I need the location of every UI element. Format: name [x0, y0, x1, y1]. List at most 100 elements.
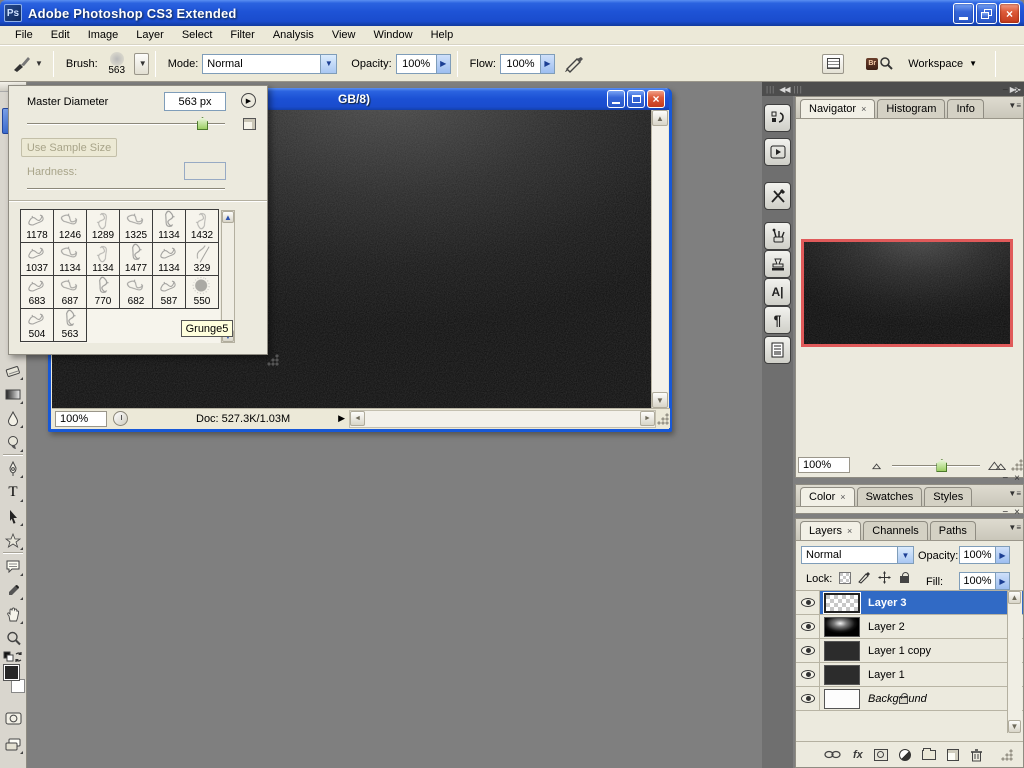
path-selection-tool[interactable]: [2, 506, 24, 527]
brushes-panel-icon[interactable]: [764, 222, 791, 250]
zoom-in-icon[interactable]: [988, 459, 1006, 471]
new-preset-button[interactable]: [243, 118, 256, 130]
new-layer-icon[interactable]: [947, 749, 959, 761]
pen-tool[interactable]: [2, 458, 24, 479]
menu-layer[interactable]: Layer: [127, 27, 173, 43]
brush-preset[interactable]: 682: [119, 275, 153, 309]
visibility-toggle[interactable]: [796, 591, 820, 614]
delete-layer-icon[interactable]: [970, 748, 983, 762]
layer-thumbnail[interactable]: [824, 641, 860, 661]
brush-preset[interactable]: 1477: [119, 242, 153, 276]
navigator-zoom-field[interactable]: 100%: [798, 457, 850, 473]
layer-blend-mode-combo[interactable]: Normal ▼: [801, 546, 914, 566]
tool-presets-panel-icon[interactable]: [764, 182, 791, 210]
doc-close-button[interactable]: ×: [647, 90, 665, 108]
menu-analysis[interactable]: Analysis: [264, 27, 323, 43]
navigator-proxy-view[interactable]: [801, 239, 1013, 347]
navigator-zoom-slider[interactable]: [892, 459, 980, 471]
tab-close-icon[interactable]: ×: [847, 526, 852, 536]
zoom-level-field[interactable]: 100%: [55, 411, 107, 427]
layer-row-layer2[interactable]: Layer 2: [796, 615, 1023, 639]
tab-swatches[interactable]: Swatches: [857, 487, 923, 506]
brush-preset[interactable]: 1134: [152, 209, 186, 243]
tab-color[interactable]: Color×: [800, 487, 855, 506]
hand-tool[interactable]: [2, 604, 24, 625]
layer-name[interactable]: Layer 2: [868, 621, 905, 633]
visibility-toggle[interactable]: [796, 663, 820, 686]
brush-preview[interactable]: 563: [102, 52, 132, 76]
tab-styles[interactable]: Styles: [924, 487, 972, 506]
scroll-up-icon[interactable]: ▲: [1008, 591, 1021, 604]
lock-position-icon[interactable]: [878, 571, 891, 584]
hardness-input[interactable]: [184, 162, 226, 180]
brush-preset[interactable]: 683: [20, 275, 54, 309]
picker-flyout-button[interactable]: ▶: [241, 93, 256, 108]
doc-minimize-button[interactable]: [607, 90, 625, 108]
panel-menu-icon[interactable]: ▼≡: [1008, 523, 1021, 532]
panel-minimize-icon[interactable]: −: [1002, 85, 1008, 96]
chevron-down-icon[interactable]: ▼: [320, 54, 337, 74]
panel-minimize-icon[interactable]: −: [1002, 507, 1008, 518]
brush-preset[interactable]: 1134: [53, 242, 87, 276]
brush-preset[interactable]: 1325: [119, 209, 153, 243]
layer-row-layer3[interactable]: Layer 3: [796, 591, 1023, 615]
brush-preset[interactable]: 1037: [20, 242, 54, 276]
close-button[interactable]: ×: [999, 3, 1020, 24]
tab-info[interactable]: Info: [947, 99, 983, 118]
scroll-up-icon[interactable]: ▲: [652, 110, 668, 126]
brush-preset[interactable]: 1432: [185, 209, 219, 243]
background-color-swatch[interactable]: [11, 679, 25, 693]
restore-button[interactable]: [976, 3, 997, 24]
minimize-button[interactable]: [953, 3, 974, 24]
panel-close-icon[interactable]: ×: [1014, 85, 1020, 96]
visibility-toggle[interactable]: [796, 639, 820, 662]
layer-name[interactable]: Layer 1: [868, 669, 905, 681]
menu-help[interactable]: Help: [422, 27, 463, 43]
brush-preset[interactable]: 550: [185, 275, 219, 309]
lock-all-icon[interactable]: [898, 571, 911, 584]
blend-mode-combo[interactable]: Normal ▼: [202, 54, 337, 74]
dodge-tool[interactable]: [2, 432, 24, 453]
notes-tool[interactable]: [2, 556, 24, 577]
brush-picker-dropdown-button[interactable]: ▼: [134, 53, 149, 75]
zoom-out-icon[interactable]: [872, 461, 885, 470]
tab-close-icon[interactable]: ×: [861, 104, 866, 114]
menu-filter[interactable]: Filter: [221, 27, 263, 43]
brush-preset[interactable]: 329: [185, 242, 219, 276]
arrow-right-icon[interactable]: ▶: [436, 54, 451, 74]
panel-close-icon[interactable]: ×: [1014, 507, 1020, 518]
menu-window[interactable]: Window: [364, 27, 421, 43]
resize-grip[interactable]: [1010, 458, 1023, 472]
menu-view[interactable]: View: [323, 27, 365, 43]
tab-histogram[interactable]: Histogram: [877, 99, 945, 118]
panel-menu-icon[interactable]: ▼≡: [1008, 489, 1021, 498]
tab-close-icon[interactable]: ×: [840, 492, 845, 502]
resize-grip[interactable]: [656, 412, 670, 426]
blur-tool[interactable]: [2, 408, 24, 429]
paragraph-panel-icon[interactable]: ¶: [764, 306, 791, 334]
menu-edit[interactable]: Edit: [42, 27, 79, 43]
tab-navigator[interactable]: Navigator×: [800, 99, 875, 118]
brush-preset[interactable]: 1134: [152, 242, 186, 276]
palette-well-button[interactable]: [822, 54, 844, 74]
layer-style-icon[interactable]: fx: [853, 749, 863, 761]
brush-preset[interactable]: 563: [53, 308, 87, 342]
resize-grip[interactable]: [1000, 748, 1014, 762]
arrow-right-icon[interactable]: ▶: [995, 572, 1010, 590]
layer-fill-field[interactable]: 100% ▶: [959, 572, 1010, 592]
actions-panel-icon[interactable]: [764, 138, 791, 166]
brush-preset[interactable]: 1178: [20, 209, 54, 243]
layer-thumbnail[interactable]: [824, 689, 860, 709]
brush-preset[interactable]: 687: [53, 275, 87, 309]
layer-opacity-field[interactable]: 100% ▶: [959, 546, 1010, 566]
scroll-left-icon[interactable]: ◄: [350, 411, 365, 426]
scroll-down-icon[interactable]: ▼: [652, 392, 668, 408]
layer-thumbnail[interactable]: [824, 593, 860, 613]
tool-preset-picker[interactable]: ▼: [8, 53, 47, 75]
slider-thumb[interactable]: [197, 117, 208, 130]
slider-thumb[interactable]: [936, 459, 947, 472]
default-colors-swap[interactable]: [2, 650, 24, 664]
scroll-right-icon[interactable]: ►: [640, 411, 655, 426]
status-flyout-icon[interactable]: ▶: [338, 413, 345, 424]
workspace-dropdown[interactable]: Workspace ▼: [908, 58, 977, 70]
